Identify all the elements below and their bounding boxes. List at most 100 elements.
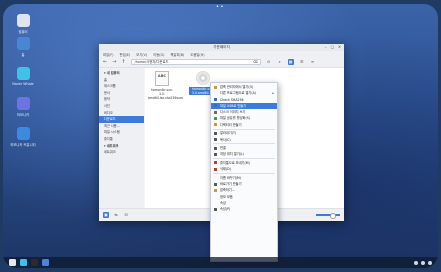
- context-menu-label: 이름 바꾸기(M): [220, 175, 241, 180]
- toggle-location-icon[interactable]: ⊙: [266, 59, 272, 65]
- context-menu-label: 정보 모음: [220, 194, 233, 199]
- disk-icon: [214, 110, 217, 114]
- context-menu-item[interactable]: 삭제(D): [211, 166, 277, 172]
- sidebar-item[interactable]: 문서: [99, 90, 144, 97]
- volume-icon[interactable]: [421, 260, 425, 265]
- menu-go[interactable]: 이동(G): [153, 52, 164, 57]
- cut-icon: [214, 131, 217, 135]
- context-menu-label: 바로가기 만들기: [220, 181, 242, 186]
- back-icon[interactable]: ←: [103, 59, 107, 65]
- sidebar-section-header[interactable]: ▾ 내 컴퓨터: [99, 70, 144, 77]
- toolbar: ← → ↑ /home/사용자/다운로드 ⌫ ⊙ ⌕ ▦ ☰ ≡: [99, 57, 344, 68]
- location-bar[interactable]: /home/사용자/다운로드 ⌫: [130, 59, 261, 65]
- sidebar-item[interactable]: 최근 사용...: [99, 123, 144, 130]
- sidebar-item[interactable]: 다운로드: [99, 116, 144, 123]
- delete-icon: [214, 167, 217, 171]
- context-menu-label: 삭제(D): [220, 167, 231, 172]
- context-menu-label: 속성(P): [220, 207, 231, 212]
- context-menu-label: Check SHA256: [220, 97, 244, 102]
- sidebar-item[interactable]: 홈: [99, 77, 144, 84]
- context-menu-label: 디스크 이미지 쓰기: [220, 110, 246, 115]
- context-menu-item[interactable]: 복사(C): [211, 137, 277, 143]
- sidebar-item[interactable]: 비디오: [99, 110, 144, 117]
- context-menu-label: 압축하기...: [220, 188, 235, 193]
- whale-browser-icon: [16, 67, 30, 80]
- hamonikr-icon: [16, 97, 30, 110]
- menu-bookmarks[interactable]: 책갈피(B): [170, 52, 184, 57]
- whale-icon[interactable]: [20, 259, 27, 266]
- top-panel-handle[interactable]: • •: [216, 4, 224, 10]
- context-menu-label: 압축 관리자에서 열기(O): [220, 85, 254, 89]
- sidebar-item[interactable]: 파일 시스템: [99, 129, 144, 136]
- close-button[interactable]: ✕: [338, 45, 341, 49]
- desktop-icon[interactable]: Naver Whale: [3, 67, 43, 86]
- files-icon[interactable]: [42, 259, 49, 266]
- location-clear-icon[interactable]: ⌫: [253, 60, 258, 64]
- hide-sidebar-icon[interactable]: ⊟: [123, 212, 129, 218]
- minimize-button[interactable]: –: [325, 45, 327, 49]
- share-icon: [214, 117, 217, 121]
- context-menu-label: 파일 USB로 만들기: [220, 103, 247, 108]
- desktop-icon[interactable]: 하모니카: [3, 97, 43, 117]
- desktop-icon-label: Naver Whale: [12, 82, 34, 86]
- menu-view[interactable]: 보기(V): [136, 52, 147, 57]
- maximize-button[interactable]: □: [331, 45, 334, 49]
- desktop-icon-label: 하모니카 커뮤니티: [10, 143, 36, 147]
- context-menu-label: 속성: [220, 200, 226, 205]
- taskbar: [3, 257, 438, 268]
- search-icon[interactable]: ⌕: [277, 59, 283, 65]
- context-menu-label: 복사(C): [220, 137, 231, 142]
- computer-icon: [16, 14, 30, 27]
- context-menu-label: 저장 위치 열기(L): [220, 152, 244, 157]
- terminal-icon[interactable]: [31, 259, 38, 266]
- menu-file[interactable]: 파일(F): [103, 52, 114, 57]
- sidebar-item[interactable]: 음악: [99, 96, 144, 103]
- show-places-icon[interactable]: ▣: [103, 212, 109, 218]
- menu-help[interactable]: 도움말(H): [190, 52, 204, 57]
- window-title: 가운페이지: [213, 45, 230, 49]
- zoom-slider[interactable]: [316, 213, 340, 218]
- sidebar-item[interactable]: 데스크톱: [99, 83, 144, 90]
- network-icon[interactable]: [414, 260, 418, 265]
- context-menu-item[interactable]: 속성(P): [211, 206, 277, 212]
- copy-icon: [214, 138, 217, 142]
- menu-icon[interactable]: [9, 259, 16, 266]
- system-tray: [414, 260, 432, 265]
- compact-view-button[interactable]: ≡: [310, 59, 316, 65]
- desktop-icon-label: 하모니카: [16, 113, 30, 117]
- community-icon: [16, 127, 30, 140]
- context-menu: 압축 관리자에서 열기(O) 다른 프로그램으로 열기(A) ▸ Check SHA2…: [210, 82, 278, 262]
- trash-icon: [214, 161, 217, 165]
- power-icon[interactable]: [428, 260, 432, 265]
- icon-view-button[interactable]: ▦: [287, 59, 294, 65]
- desktop-icon[interactable]: 하모니카 커뮤니티: [3, 127, 43, 147]
- desktop: • • 컴퓨터홈 Naver Whale 하모니카하모니카 커뮤니티 가운페이지 –…: [3, 4, 438, 268]
- desktop-icon[interactable]: 컴퓨터: [3, 14, 43, 34]
- sidebar-item[interactable]: 사진: [99, 103, 144, 110]
- check-icon: [214, 98, 217, 102]
- menu-edit[interactable]: 편집(E): [120, 52, 131, 57]
- compress-icon: [214, 188, 217, 192]
- sidebar: ▾ 내 컴퓨터 홈 데스크톱 문서 음악 사진 비디오 다운로드 최근 사용... 파일 시스템 휴…: [99, 68, 144, 208]
- list-view-button[interactable]: ☰: [299, 59, 305, 65]
- sidebar-section-header[interactable]: ▾ 네트워크: [99, 143, 144, 150]
- desktop-icon-label: 컴퓨터: [18, 30, 28, 34]
- up-icon[interactable]: ↑: [121, 59, 125, 65]
- folder-icon: [214, 123, 217, 127]
- context-menu-item[interactable]: 디렉터리 만들기: [211, 122, 277, 128]
- link-icon: [214, 146, 217, 150]
- sidebar-item[interactable]: 네트워크: [99, 149, 144, 156]
- location-path: /home/사용자/다운로드: [134, 60, 169, 64]
- sidebar-item[interactable]: 휴지통: [99, 136, 144, 143]
- show-tree-icon[interactable]: ⇆: [113, 212, 119, 218]
- title-bar[interactable]: 가운페이지 – □ ✕: [99, 44, 344, 51]
- context-menu-label: 잘라내기(T): [220, 131, 237, 136]
- context-menu-label: 파일 공유를 활성화(S): [220, 116, 250, 121]
- file-item[interactable]: ABC hamonikr-sun-3.0-amd64.iso.sha256sum: [148, 71, 184, 100]
- desktop-icon[interactable]: 홈: [3, 37, 43, 57]
- forward-icon[interactable]: →: [112, 59, 116, 65]
- properties-icon: [214, 207, 217, 211]
- file-name: hamonikr-sun-3.0-amd64.iso.sha256sum: [148, 88, 184, 100]
- context-menu-item[interactable]: 저장 위치 열기(L): [211, 151, 277, 157]
- usb-icon: [214, 104, 217, 108]
